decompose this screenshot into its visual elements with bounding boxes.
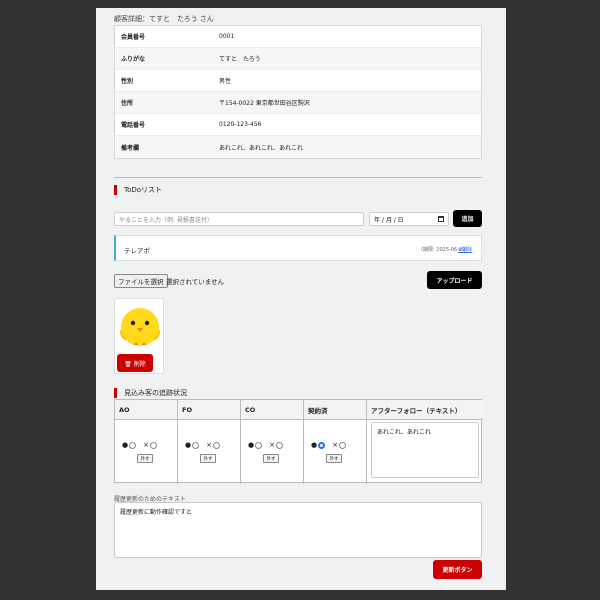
status-radio-group: ● × — [248, 441, 283, 449]
tracking-cell-co: ● × 外す — [241, 420, 304, 484]
selected-mark: ● — [311, 441, 318, 449]
todo-input-placeholder: やることを入力（例: 見積書送付） — [119, 216, 213, 224]
clear-radio-button[interactable]: 外す — [137, 454, 153, 463]
upload-button[interactable]: アップロード — [427, 271, 482, 289]
customer-detail-page: 顧客詳細：てすと たろう さん 会員番号 0001 ふりがな てすと たろう 性… — [96, 8, 506, 590]
row-label: 備考欄 — [121, 144, 140, 152]
selected-mark: ● — [122, 441, 129, 449]
row-value: 〒154-0022 東京都世田谷区駒沢 — [219, 100, 310, 107]
radio-cross[interactable] — [275, 441, 283, 449]
date-placeholder: 年 / 月 / 日 — [374, 216, 404, 224]
customer-info-table: 会員番号 0001 ふりがな てすと たろう 性別 男性 住所 〒154-002… — [114, 25, 482, 159]
radio-circle[interactable] — [192, 441, 200, 449]
todo-delete-link[interactable]: ✕削除 — [458, 246, 472, 253]
column-header-contracted: 契約済 — [304, 400, 367, 420]
table-row: 住所 〒154-0022 東京都世田谷区駒沢 — [115, 92, 481, 114]
radio-circle[interactable] — [255, 441, 263, 449]
page-title: 顧客詳細：てすと たろう さん — [114, 15, 214, 23]
cross-mark: × — [269, 441, 275, 449]
tracking-cell-followup: あれこれ、あれこれ — [367, 420, 483, 484]
row-value: 0120-123-456 — [219, 121, 262, 128]
update-button[interactable]: 更新ボタン — [433, 560, 482, 579]
row-value: あれこれ、あれこれ、あれこれ — [219, 144, 304, 152]
todo-add-button[interactable]: 追加 — [453, 210, 482, 227]
row-label: 会員番号 — [121, 34, 146, 41]
tracking-cell-ao: ● × 外す — [115, 420, 178, 484]
row-label: 電話番号 — [121, 122, 146, 129]
selected-mark: ● — [248, 441, 255, 449]
calendar-icon[interactable] — [438, 216, 444, 222]
status-radio-group: ● × — [311, 441, 346, 449]
column-header-followup: アフターフォロー（テキスト） — [367, 400, 483, 420]
selected-mark: ● — [185, 441, 192, 449]
column-header-ao: AO — [115, 400, 178, 420]
file-status: 選択されていません — [166, 278, 225, 286]
tracking-cell-fo: ● × 外す — [178, 420, 241, 484]
row-value: 0001 — [219, 33, 235, 40]
divider — [114, 177, 482, 178]
todo-text-input[interactable]: やることを入力（例: 見積書送付） — [114, 212, 364, 226]
row-label: 住所 — [121, 100, 134, 107]
radio-cross[interactable] — [338, 441, 346, 449]
uploaded-image-card: 🗑 削除 — [114, 298, 164, 374]
tracking-cell-contracted: ● × 外す — [304, 420, 367, 484]
tracking-section-title: 見込み客の追跡状況 — [114, 388, 187, 398]
todo-section-title: ToDoリスト — [114, 185, 162, 195]
clear-radio-button[interactable]: 外す — [200, 454, 216, 463]
todo-date-input[interactable]: 年 / 月 / 日 — [369, 212, 449, 226]
table-row: ふりがな てすと たろう — [115, 48, 481, 70]
cross-mark: × — [206, 441, 212, 449]
cross-mark: × — [332, 441, 338, 449]
radio-circle[interactable] — [129, 441, 137, 449]
column-header-co: CO — [241, 400, 304, 420]
image-delete-button[interactable]: 🗑 削除 — [117, 354, 153, 372]
radio-cross[interactable] — [149, 441, 157, 449]
cross-mark: × — [143, 441, 149, 449]
column-header-fo: FO — [178, 400, 241, 420]
table-row: 備考欄 あれこれ、あれこれ、あれこれ — [115, 136, 481, 158]
status-radio-group: ● × — [185, 441, 220, 449]
radio-cross[interactable] — [212, 441, 220, 449]
history-textarea[interactable]: 履歴更新に動作確認ですと — [114, 502, 482, 558]
row-label: 性別 — [121, 78, 134, 85]
table-row: 電話番号 0120-123-456 — [115, 114, 481, 136]
clear-radio-button[interactable]: 外す — [326, 454, 342, 463]
table-row: 性別 男性 — [115, 70, 481, 92]
todo-item: テレアポ （期限: 2025-06-20） ✕削除 — [114, 235, 482, 261]
row-value: てすと たろう — [219, 56, 261, 63]
tracking-grid: AO FO CO 契約済 アフターフォロー（テキスト） ● × 外す ● × 外… — [114, 399, 483, 484]
chick-image — [120, 308, 160, 346]
radio-circle[interactable] — [318, 441, 326, 449]
file-select-button[interactable]: ファイルを選択 — [114, 274, 168, 288]
row-label: ふりがな — [121, 56, 146, 63]
row-value: 男性 — [219, 78, 232, 85]
followup-textarea[interactable]: あれこれ、あれこれ — [371, 422, 479, 478]
clear-radio-button[interactable]: 外す — [263, 454, 279, 463]
table-row: 会員番号 0001 — [115, 26, 481, 48]
todo-item-text: テレアポ — [124, 247, 150, 255]
status-radio-group: ● × — [122, 441, 157, 449]
